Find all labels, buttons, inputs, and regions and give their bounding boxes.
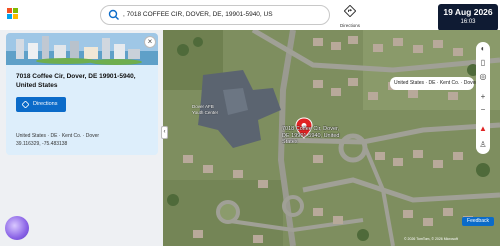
map-copyright: © 2026 TomTom, © 2026 Microsoft — [404, 237, 458, 241]
map-style-icon[interactable]: ◐ — [478, 44, 488, 54]
copilot-icon[interactable] — [5, 216, 29, 240]
map-breadcrumb[interactable]: United States · DE · Kent Co. · Dover — [390, 77, 477, 90]
place-directions-button[interactable]: Directions — [16, 97, 66, 112]
place-details: United States · DE · Kent Co. · Dover 39… — [6, 124, 158, 155]
windows-logo-icon — [7, 8, 18, 19]
search-icon — [108, 9, 119, 20]
zoom-out-icon[interactable]: − — [478, 105, 488, 115]
place-directions-label: Directions — [33, 101, 58, 107]
map-pin-label: 7018 Coffee Cir, Dover, DE 19901-5940, U… — [282, 126, 340, 145]
zoom-in-icon[interactable]: + — [478, 92, 488, 102]
top-bar: , 7018 COFFEE CIR, DOVER, DE, 19901-5940… — [0, 0, 500, 30]
traffic-icon[interactable]: ▯ — [478, 58, 488, 68]
directions-button[interactable]: Directions — [336, 4, 364, 28]
directions-label: Directions — [339, 23, 360, 28]
feedback-button[interactable]: Feedback — [462, 217, 494, 226]
place-coordinates[interactable]: 39.116329, -75.483138 — [16, 141, 67, 147]
streetside-icon[interactable]: ♙ — [478, 140, 488, 150]
place-thumbnail — [6, 33, 158, 65]
clock-date: 19 Aug 2026 — [443, 7, 493, 17]
map-building-label: Dover AFB Youth Center — [192, 104, 219, 115]
collapse-panel-button[interactable]: ‹ — [161, 126, 168, 139]
map-controls: ◐ ▯ ◎ + − ▲ ♙ — [476, 42, 490, 154]
place-title: 7018 Coffee Cir, Dover, DE 19901-5940, U… — [16, 73, 136, 89]
place-region: United States · DE · Kent Co. · Dover — [16, 133, 100, 139]
locate-me-icon[interactable]: ◎ — [478, 72, 488, 82]
search-value: , 7018 COFFEE CIR, DOVER, DE, 19901-5940… — [123, 11, 273, 18]
search-input[interactable]: , 7018 COFFEE CIR, DOVER, DE, 19901-5940… — [100, 5, 330, 25]
directions-icon — [343, 4, 357, 18]
clock-time: 16:03 — [460, 19, 476, 25]
compass-icon[interactable]: ▲ — [478, 124, 488, 134]
close-button[interactable]: × — [144, 36, 156, 48]
directions-icon — [22, 101, 29, 108]
clock-widget: 19 Aug 2026 16:03 — [438, 4, 498, 31]
